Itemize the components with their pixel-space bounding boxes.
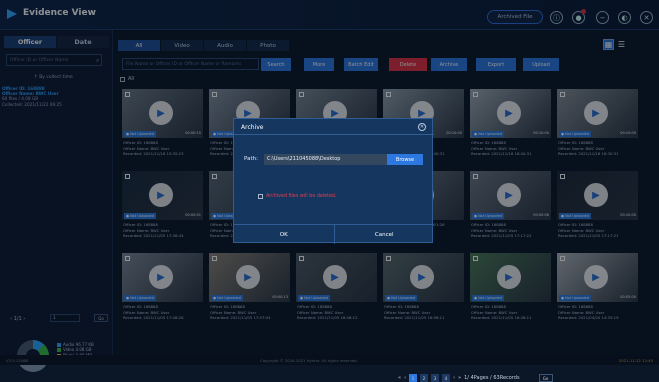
next-page-icon[interactable]: › xyxy=(453,375,455,381)
dialog-footer: OK Cancel xyxy=(234,224,434,244)
pager-summary: 1/ 4Pages / 63Records xyxy=(464,375,520,381)
page-2[interactable]: 2 xyxy=(420,374,429,382)
prev-page-icon[interactable]: ‹ xyxy=(404,375,406,381)
delete-after-archive-label: Archived files will be deleted. xyxy=(266,194,337,199)
main-pager: « ‹ 1 2 3 4 › » 1/ 4Pages / 63Records Go xyxy=(398,374,553,382)
page-1[interactable]: 1 xyxy=(409,374,418,382)
path-label: Path: xyxy=(244,156,258,162)
path-field[interactable]: C:\Users\211045088\Desktop xyxy=(264,154,390,165)
page-4[interactable]: 4 xyxy=(442,374,451,382)
cancel-button[interactable]: Cancel xyxy=(335,225,435,244)
ok-button[interactable]: OK xyxy=(234,225,335,244)
archive-dialog: Archive ✕ Path: C:\Users\211045088\Deskt… xyxy=(233,118,434,244)
dialog-divider xyxy=(234,134,434,135)
browse-button[interactable]: Browse xyxy=(387,154,423,165)
dialog-close-icon[interactable]: ✕ xyxy=(418,123,426,131)
dialog-title: Archive xyxy=(241,124,264,131)
delete-after-archive[interactable]: Archived files will be deleted. xyxy=(258,194,337,199)
pager-go-button[interactable]: Go xyxy=(538,374,553,382)
first-page-icon[interactable]: « xyxy=(398,375,401,381)
last-page-icon[interactable]: » xyxy=(458,375,461,381)
page-3[interactable]: 3 xyxy=(431,374,440,382)
delete-after-archive-checkbox[interactable] xyxy=(258,194,263,199)
